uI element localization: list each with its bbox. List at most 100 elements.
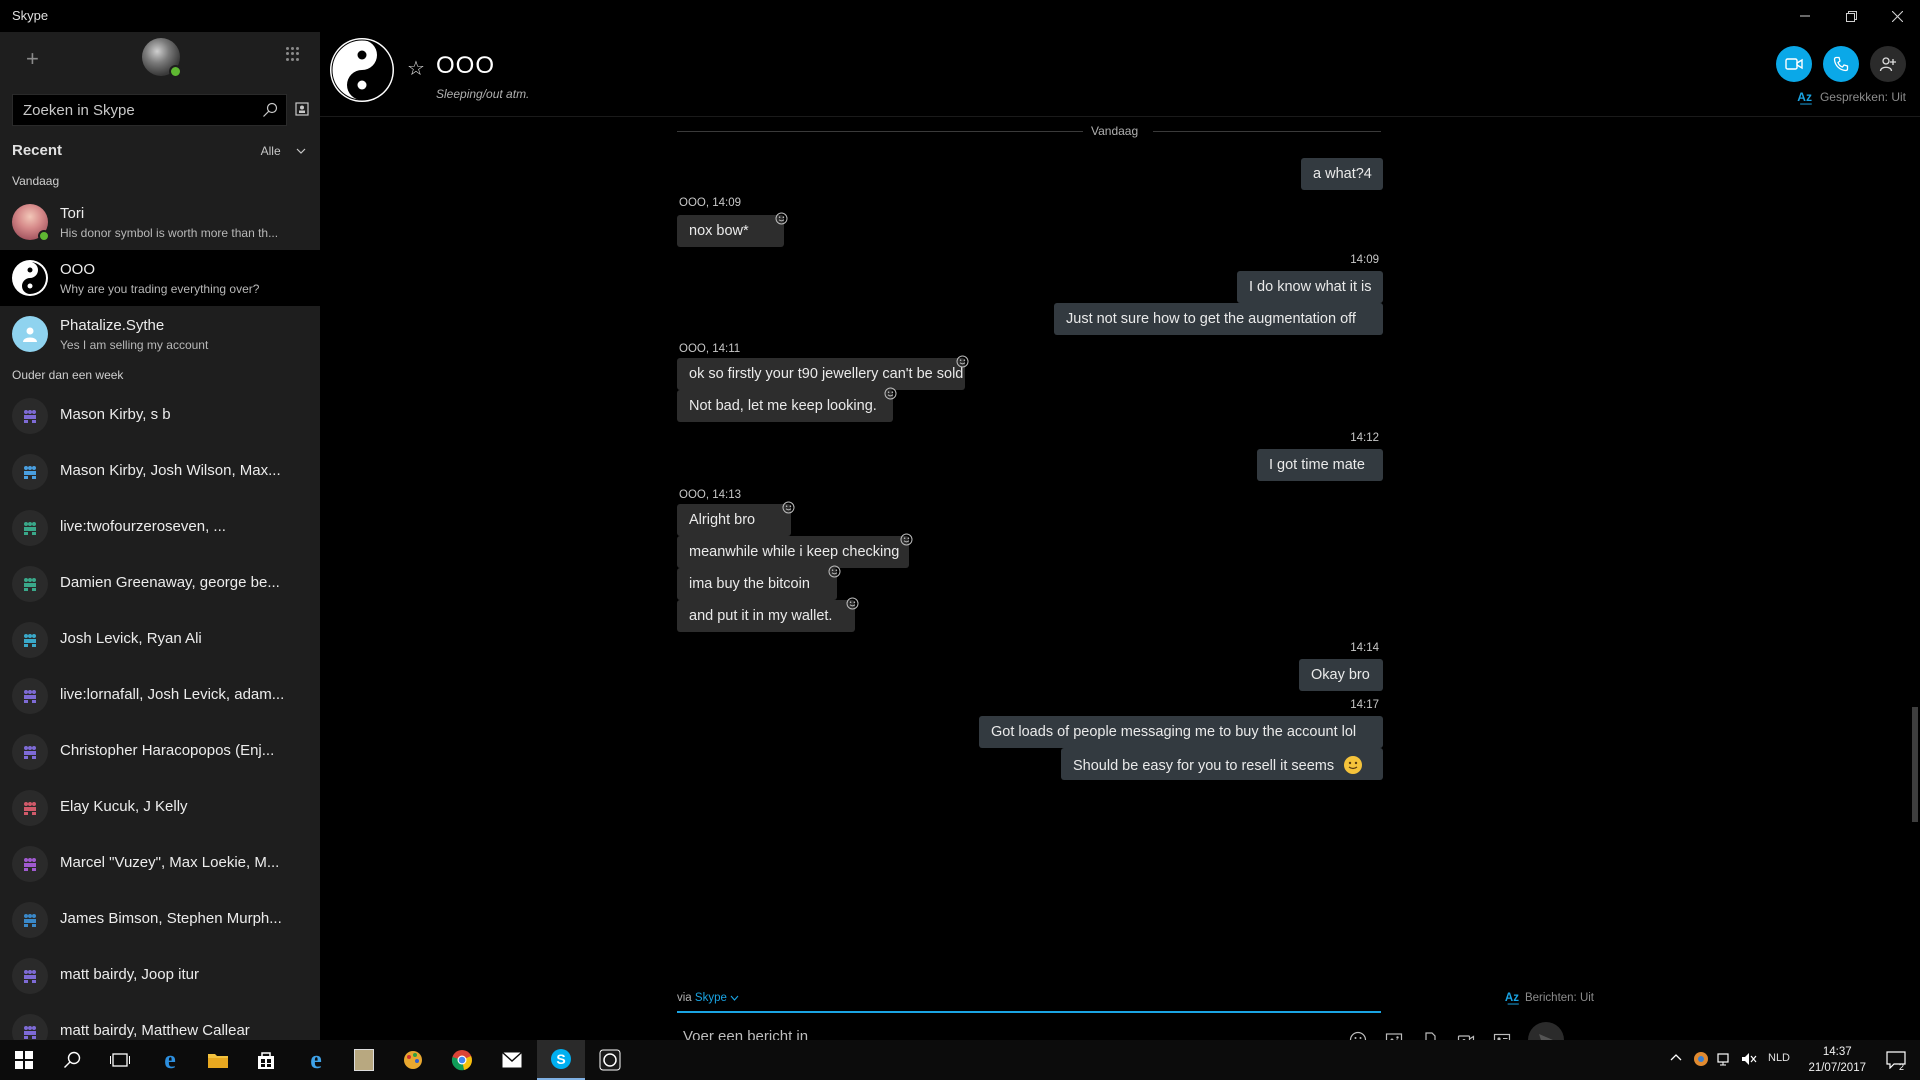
add-reaction-icon[interactable] — [884, 387, 897, 400]
language-indicator[interactable]: NLD — [1768, 1052, 1790, 1064]
minimize-button[interactable] — [1782, 0, 1828, 32]
conversation-item[interactable]: live:lornafall, Josh Levick, adam... — [0, 668, 320, 724]
paint-taskbar-icon[interactable] — [389, 1040, 437, 1080]
mail-taskbar-icon[interactable] — [488, 1040, 536, 1080]
incoming-message[interactable]: Alright bro — [677, 504, 791, 536]
search-icon[interactable] — [262, 102, 278, 118]
conversation-item-active[interactable]: OOO Why are you trading everything over? — [0, 250, 320, 306]
conversation-name: James Bimson, Stephen Murph... — [60, 910, 282, 927]
network-icon[interactable] — [1717, 1051, 1733, 1070]
conversation-name: Mason Kirby, s b — [60, 406, 171, 423]
favorite-star-icon[interactable]: ☆ — [407, 56, 425, 81]
search-box — [12, 94, 287, 126]
dialpad-icon[interactable] — [286, 47, 300, 61]
incoming-message[interactable]: ok so firstly your t90 jewellery can't b… — [677, 358, 965, 390]
add-reaction-icon[interactable] — [846, 597, 859, 610]
chat-title: OOO — [436, 52, 496, 79]
incoming-message[interactable]: and put it in my wallet. — [677, 600, 855, 632]
app-taskbar-icon[interactable] — [340, 1040, 388, 1080]
outgoing-message[interactable]: Okay bro — [1299, 659, 1383, 691]
incoming-message[interactable]: nox bow* — [677, 215, 784, 247]
action-center-button[interactable]: 2 — [1872, 1040, 1920, 1080]
group-chat-icon — [12, 454, 48, 490]
outgoing-message[interactable]: I got time mate — [1257, 449, 1383, 481]
incoming-message[interactable]: ima buy the bitcoin — [677, 568, 837, 600]
via-prefix: via — [677, 992, 692, 1004]
conversation-item[interactable]: James Bimson, Stephen Murph... — [0, 892, 320, 948]
tray-app-icon[interactable] — [1693, 1051, 1709, 1070]
date-separator: Vandaag — [677, 124, 1381, 138]
show-hidden-icons-button[interactable] — [1670, 1052, 1682, 1064]
yin-yang-avatar[interactable] — [330, 38, 394, 102]
conversation-item[interactable]: Mason Kirby, Josh Wilson, Max... — [0, 444, 320, 500]
my-profile-avatar[interactable] — [142, 38, 182, 78]
new-conversation-button[interactable]: + — [26, 46, 39, 72]
message-scrollbar[interactable] — [1912, 122, 1918, 922]
scrollbar-thumb[interactable] — [1912, 707, 1918, 822]
store-taskbar-icon[interactable] — [242, 1040, 290, 1080]
video-call-button[interactable] — [1776, 46, 1812, 82]
chat-status: Sleeping/out atm. — [436, 87, 530, 101]
restore-button[interactable] — [1828, 0, 1874, 32]
add-participant-button[interactable] — [1870, 46, 1906, 82]
recent-label: Recent — [12, 142, 63, 159]
outgoing-message[interactable]: Just not sure how to get the augmentatio… — [1054, 303, 1383, 335]
internet-explorer-taskbar-icon[interactable]: e — [292, 1040, 340, 1080]
conversation-translator-toggle[interactable]: A͟z Gesprekken: Uit — [1797, 90, 1906, 104]
message-text: I do know what it is — [1249, 279, 1372, 295]
file-explorer-taskbar-icon[interactable] — [194, 1040, 242, 1080]
conversation-item[interactable]: Christopher Haracopopos (Enj... — [0, 724, 320, 780]
chat-pane: ☆ OOO Sleeping/out atm. A͟z Gesprekken: U… — [320, 32, 1920, 1059]
skype-taskbar-icon[interactable]: S — [537, 1040, 585, 1080]
outgoing-message[interactable]: I do know what it is — [1237, 271, 1383, 303]
recent-filter-label: Alle — [260, 144, 281, 158]
audio-call-button[interactable] — [1823, 46, 1859, 82]
conversation-item[interactable]: matt bairdy, Matthew Callear — [0, 1004, 320, 1040]
conversation-item[interactable]: Damien Greenaway, george be... — [0, 556, 320, 612]
title-bar: Skype — [0, 0, 1920, 32]
search-input[interactable] — [13, 95, 248, 125]
add-reaction-icon[interactable] — [900, 533, 913, 546]
message-translator-toggle[interactable]: A͟z Berichten: Uit — [1505, 992, 1594, 1004]
outgoing-message[interactable]: a what?4 — [1301, 158, 1383, 190]
incoming-message[interactable]: meanwhile while i keep checking — [677, 536, 909, 568]
conversation-name: Tori — [60, 205, 85, 222]
start-button[interactable] — [0, 1040, 48, 1080]
conversation-preview: Why are you trading everything over? — [60, 282, 260, 296]
contacts-icon[interactable] — [295, 102, 309, 116]
close-icon — [1891, 10, 1903, 22]
message-timestamp: 14:14 — [1350, 642, 1379, 654]
outgoing-message[interactable]: Should be easy for you to resell it seem… — [1061, 748, 1383, 780]
add-reaction-icon[interactable] — [828, 565, 841, 578]
edge-taskbar-icon[interactable]: e — [146, 1040, 194, 1080]
conversation-item[interactable]: live:twofourzeroseven, ... — [0, 500, 320, 556]
app-taskbar-icon[interactable] — [586, 1040, 634, 1080]
incoming-message[interactable]: Not bad, let me keep looking. — [677, 390, 893, 422]
search-row — [0, 90, 320, 138]
add-reaction-icon[interactable] — [782, 501, 795, 514]
conversation-item[interactable]: matt bairdy, Joop itur — [0, 948, 320, 1004]
add-reaction-icon[interactable] — [775, 212, 788, 225]
recent-filter-dropdown[interactable]: Alle — [261, 144, 306, 158]
system-clock[interactable]: 14:37 21/07/2017 — [1808, 1044, 1866, 1076]
add-reaction-icon[interactable] — [956, 355, 969, 368]
conversation-item[interactable]: Marcel "Vuzey", Max Loekie, M... — [0, 836, 320, 892]
conversation-item[interactable]: Phatalize.Sythe Yes I am selling my acco… — [0, 306, 320, 362]
add-person-icon — [1879, 57, 1896, 72]
conversation-item[interactable]: Tori His donor symbol is worth more than… — [0, 194, 320, 250]
outgoing-message[interactable]: Got loads of people messaging me to buy … — [979, 716, 1383, 748]
conversation-name: OOO — [60, 261, 96, 278]
conversation-name: live:twofourzeroseven, ... — [60, 518, 226, 535]
close-button[interactable] — [1874, 0, 1920, 32]
windows-logo-icon — [15, 1051, 33, 1069]
chrome-taskbar-icon[interactable] — [438, 1040, 486, 1080]
conversation-item[interactable]: Mason Kirby, s b — [0, 388, 320, 444]
task-view-button[interactable] — [96, 1040, 144, 1080]
send-via-selector[interactable]: via Skype — [677, 992, 739, 1004]
conversation-item[interactable]: Josh Levick, Ryan Ali — [0, 612, 320, 668]
conversation-item[interactable]: Elay Kucuk, J Kelly — [0, 780, 320, 836]
search-taskbar-button[interactable] — [48, 1040, 96, 1080]
volume-muted-icon[interactable] — [1741, 1051, 1757, 1070]
conversation-preview: His donor symbol is worth more than th..… — [60, 226, 279, 240]
group-chat-icon — [12, 734, 48, 770]
